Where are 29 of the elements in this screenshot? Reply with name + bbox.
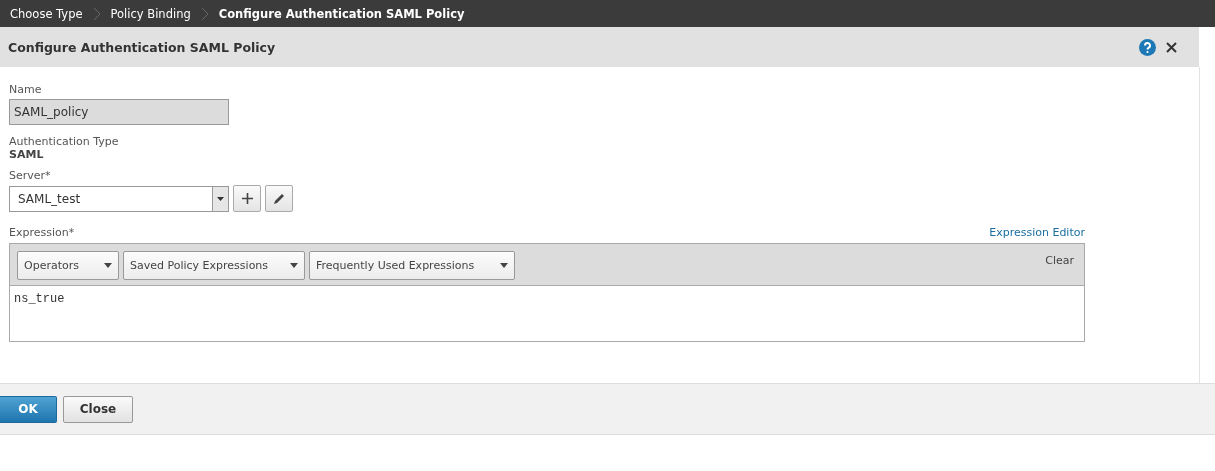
chevron-icon	[92, 6, 101, 21]
expression-editor-link[interactable]: Expression Editor	[989, 226, 1085, 239]
edit-button[interactable]	[265, 185, 293, 212]
breadcrumb-item[interactable]: Choose Type	[10, 6, 83, 21]
chevron-icon	[200, 6, 209, 21]
dialog-title: Configure Authentication SAML Policy	[8, 39, 276, 55]
field-label: Name	[9, 83, 42, 96]
close-button[interactable]: Close	[63, 395, 133, 423]
breadcrumb-item[interactable]: Policy Binding	[110, 6, 191, 21]
breadcrumb-item[interactable]: Configure Authentication SAML Policy	[218, 6, 465, 21]
expression-dropdown[interactable]: Frequently Used Expressions	[309, 251, 515, 280]
field-value: SAML	[9, 148, 44, 161]
ok-button[interactable]: OK	[0, 395, 57, 423]
field-label: Server*	[9, 169, 51, 182]
caret-icon	[290, 263, 298, 268]
caret-icon	[500, 263, 508, 268]
field-label: Authentication Type	[9, 135, 119, 148]
clear-button[interactable]: Clear	[1045, 251, 1074, 270]
caret-icon	[104, 263, 112, 268]
plus-icon	[241, 193, 253, 204]
add-button[interactable]	[233, 185, 261, 212]
expression-dropdown[interactable]: Operators	[17, 251, 119, 280]
field-label: Expression*	[9, 226, 75, 239]
server-dropdown[interactable]: SAML_test	[9, 185, 229, 212]
expression-dropdown[interactable]: Saved Policy Expressions	[123, 251, 305, 280]
pencil-icon	[272, 192, 286, 205]
close-icon[interactable]	[1166, 41, 1177, 53]
expression-input[interactable]: ns_true	[9, 286, 1085, 342]
help-icon[interactable]	[1139, 38, 1156, 56]
